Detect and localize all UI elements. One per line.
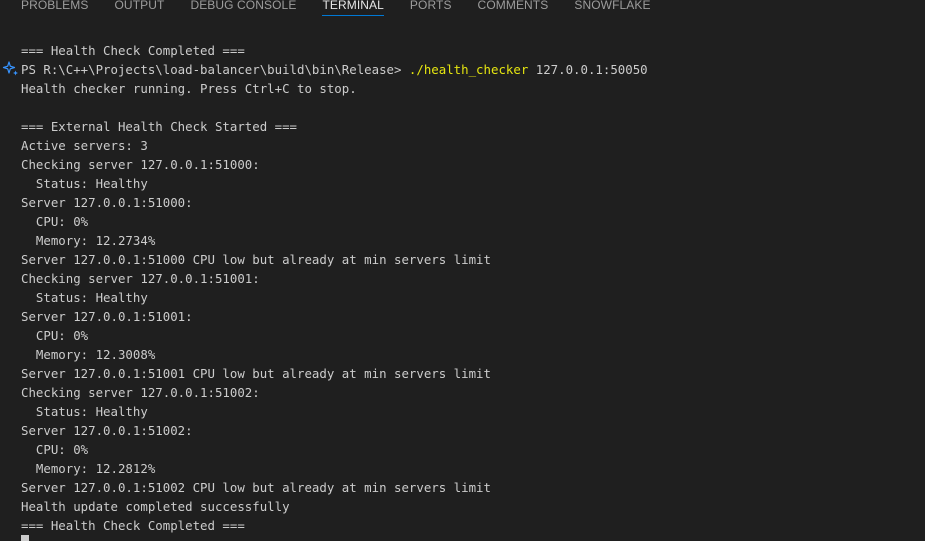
terminal-line: CPU: 0% [21,214,89,229]
terminal-line: Server 127.0.0.1:51000: [21,195,193,210]
terminal-line: Health update completed successfully [21,499,290,514]
terminal-line: Status: Healthy [21,290,148,305]
terminal-line: Server 127.0.0.1:51001 CPU low but alrea… [21,366,491,381]
terminal-cursor [21,535,29,541]
terminal-output[interactable]: === Health Check Completed === PS R:\C++… [0,0,925,541]
terminal-line: Checking server 127.0.0.1:51000: [21,157,260,172]
terminal-line: Memory: 12.3008% [21,347,156,362]
terminal-line: Health checker running. Press Ctrl+C to … [21,81,357,96]
terminal-line: CPU: 0% [21,442,89,457]
terminal-line: Checking server 127.0.0.1:51001: [21,271,260,286]
terminal-line: Memory: 12.2812% [21,461,156,476]
terminal-line: === Health Check Completed === [21,518,245,533]
terminal-line: === Health Check Completed === [21,43,245,58]
terminal-line: Server 127.0.0.1:51002: [21,423,193,438]
prompt-command: ./health_checker [408,62,529,77]
terminal-line: Checking server 127.0.0.1:51002: [21,385,260,400]
terminal-line: Server 127.0.0.1:51000 CPU low but alrea… [21,252,491,267]
prompt-args: 127.0.0.1:50050 [528,62,648,77]
terminal-line: === External Health Check Started === [21,119,298,134]
terminal-line: Server 127.0.0.1:51002 CPU low but alrea… [21,480,491,495]
terminal-line: Active servers: 3 [21,138,148,153]
terminal-line: Status: Healthy [21,176,148,191]
terminal-prompt-line: PS R:\C++\Projects\load-balancer\build\b… [21,60,648,79]
terminal-line: CPU: 0% [21,328,89,343]
prompt-path: PS R:\C++\Projects\load-balancer\build\b… [21,62,409,77]
terminal-line: Status: Healthy [21,404,148,419]
terminal-line: Memory: 12.2734% [21,233,156,248]
terminal-line: Server 127.0.0.1:51001: [21,309,193,324]
sparkle-icon[interactable] [2,60,20,78]
